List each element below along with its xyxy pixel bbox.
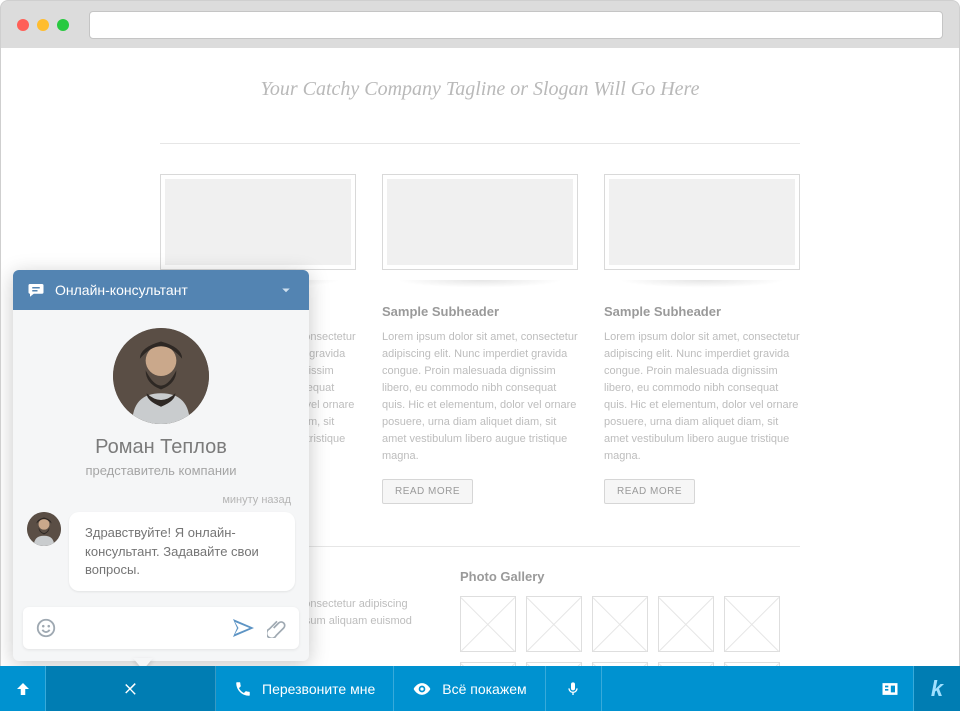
chevron-down-icon[interactable] [277, 281, 295, 299]
card-shadow [604, 280, 800, 292]
url-bar[interactable] [89, 11, 943, 39]
gallery-thumb[interactable] [526, 662, 582, 666]
card-subheader: Sample Subheader [604, 304, 800, 319]
emoji-icon[interactable] [35, 617, 57, 639]
send-icon[interactable] [231, 616, 255, 640]
divider [160, 143, 800, 144]
show-all-label: Всё покажем [442, 681, 526, 697]
chat-widget: Онлайн-консультант Роман Теплов представ… [13, 270, 309, 661]
chat-header-title: Онлайн-консультант [55, 282, 188, 298]
message-bubble: Здравствуйте! Я онлайн-консультант. Зада… [69, 512, 295, 591]
attachment-icon[interactable] [267, 618, 287, 638]
card-shadow [382, 280, 578, 292]
card: Sample Subheader Lorem ipsum dolor sit a… [382, 174, 578, 504]
window-minimize-icon[interactable] [37, 19, 49, 31]
microphone-button[interactable] [546, 666, 602, 711]
gallery-thumb[interactable] [658, 596, 714, 652]
gallery-thumb[interactable] [460, 596, 516, 652]
page-body: Your Catchy Company Tagline or Slogan Wi… [0, 48, 960, 666]
chat-operator-card: Роман Теплов представитель компании [13, 310, 309, 488]
card-text: Lorem ipsum dolor sit amet, consectetur … [604, 329, 800, 465]
gallery-thumb[interactable] [526, 596, 582, 652]
window-maximize-icon[interactable] [57, 19, 69, 31]
operator-avatar-small [27, 512, 61, 546]
window-close-icon[interactable] [17, 19, 29, 31]
card-image-placeholder [160, 174, 356, 270]
brand-logo[interactable]: k [914, 666, 960, 711]
read-more-button[interactable]: READ MORE [604, 479, 695, 504]
gallery-thumb[interactable] [592, 662, 648, 666]
action-bar: Перезвоните мне Всё покажем k [0, 666, 960, 711]
gallery-thumb[interactable] [592, 596, 648, 652]
chat-header[interactable]: Онлайн-консультант [13, 270, 309, 310]
actionbar-spacer [602, 666, 866, 711]
gallery-thumb[interactable] [460, 662, 516, 666]
operator-avatar [113, 328, 209, 424]
operator-name: Роман Теплов [31, 436, 291, 459]
card-image-placeholder [382, 174, 578, 270]
browser-chrome [0, 0, 960, 48]
message-row: Здравствуйте! Я онлайн-консультант. Зада… [27, 512, 295, 591]
gallery-grid [460, 596, 800, 666]
callback-button[interactable]: Перезвоните мне [216, 666, 394, 711]
scroll-top-button[interactable] [0, 666, 46, 711]
contact-card-button[interactable] [866, 666, 914, 711]
chat-thread: минуту назад Здравствуйте! Я онлайн-конс… [13, 488, 309, 603]
chat-tail [133, 658, 153, 666]
gallery-section: Photo Gallery [460, 569, 800, 666]
card-text: Lorem ipsum dolor sit amet, consectetur … [382, 329, 578, 465]
chat-input-bar[interactable] [23, 607, 299, 649]
read-more-button[interactable]: READ MORE [382, 479, 473, 504]
card-image-placeholder [604, 174, 800, 270]
show-all-button[interactable]: Всё покажем [394, 666, 545, 711]
close-chat-button[interactable] [46, 666, 216, 711]
card-subheader: Sample Subheader [382, 304, 578, 319]
gallery-thumb[interactable] [658, 662, 714, 666]
page-tagline: Your Catchy Company Tagline or Slogan Wi… [160, 78, 800, 101]
chat-icon [27, 281, 45, 299]
card: Sample Subheader Lorem ipsum dolor sit a… [604, 174, 800, 504]
message-timestamp: минуту назад [27, 494, 295, 506]
gallery-thumb[interactable] [724, 662, 780, 666]
callback-label: Перезвоните мне [262, 681, 375, 697]
gallery-thumb[interactable] [724, 596, 780, 652]
gallery-title: Photo Gallery [460, 569, 800, 584]
operator-role: представитель компании [31, 463, 291, 478]
